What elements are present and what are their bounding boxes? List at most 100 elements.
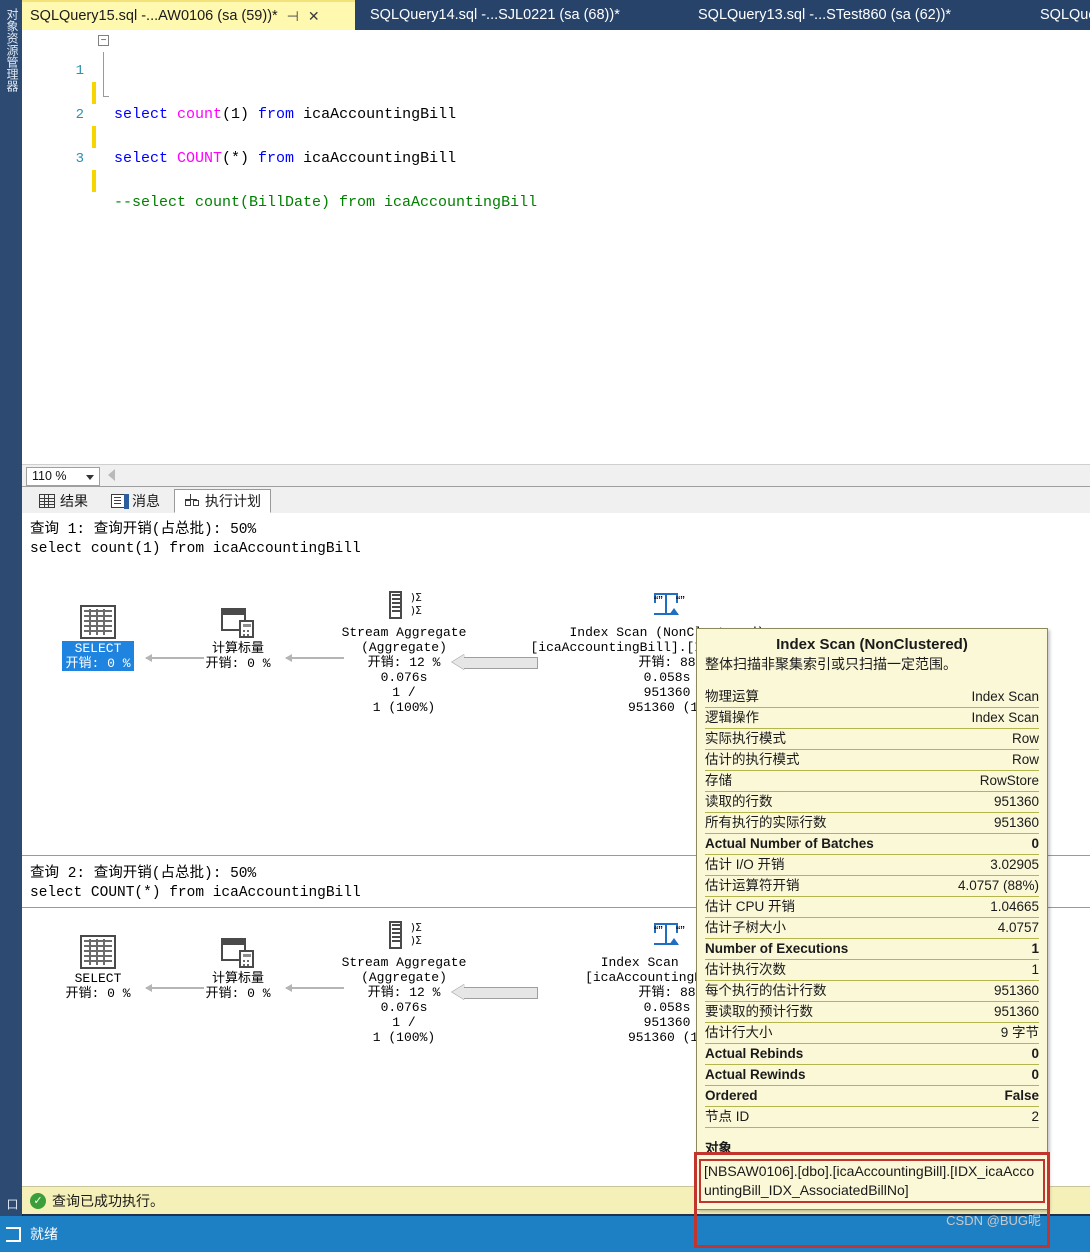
tooltip-object-label: 对象 — [705, 1141, 732, 1156]
sql-editor[interactable]: − 1 select count(1) from icaAccountingBi… — [22, 30, 1090, 464]
tooltip-row: 估计子树大小 4.0757 — [705, 918, 1039, 939]
row-key: 存储 — [705, 773, 732, 788]
row-key: 估计的执行模式 — [705, 752, 800, 767]
plan-node-label: 计算标量 开销: 0 % — [205, 641, 271, 671]
tab-sqlquery15[interactable]: SQLQuery15.sql -...AW0106 (sa (59))* ⊣ ✕ — [22, 0, 355, 30]
plan-connector-scalar-aggregate-q2 — [285, 984, 344, 991]
row-value: 0 — [1031, 1046, 1039, 1061]
close-icon[interactable]: ✕ — [308, 8, 320, 25]
tab-sqlquery14[interactable]: SQLQuery14.sql -...SJL0221 (sa (68))* — [362, 0, 628, 30]
row-key: 节点 ID — [705, 1109, 750, 1124]
row-value: 9 字节 — [1000, 1025, 1039, 1040]
row-key: 实际执行模式 — [705, 731, 786, 746]
row-key: 所有执行的实际行数 — [705, 815, 827, 830]
zoom-level-select[interactable]: 110 % — [26, 467, 100, 486]
plan-connector-select-scalar-q2 — [145, 984, 204, 991]
tooltip-row: 估计运算符开销 4.0757 (88%) — [705, 876, 1039, 897]
tooltip-row: 估计 CPU 开销 1.04665 — [705, 897, 1039, 918]
index-scan-tooltip: Index Scan (NonClustered) 整体扫描非聚集索引或只扫描一… — [696, 628, 1048, 1228]
plan-node-label: Stream Aggregate (Aggregate) 开销: 12 % 0.… — [341, 625, 467, 715]
status-text: 就绪 — [30, 1226, 58, 1242]
editor-zoom-bar: 110 % — [22, 464, 1090, 487]
tooltip-row: 估计执行次数 1 — [705, 960, 1039, 981]
tab-sqlquery13[interactable]: SQLQuery13.sql -...STest860 (sa (62))* — [690, 0, 959, 30]
tooltip-row: 估计的执行模式 Row — [705, 750, 1039, 771]
row-value: 2 — [1031, 1109, 1039, 1124]
tooltip-row: 要读取的预计行数 951360 — [705, 1002, 1039, 1023]
row-key: Actual Number of Batches — [705, 836, 874, 851]
row-value: 4.0757 — [997, 920, 1039, 935]
row-value: Index Scan — [971, 710, 1039, 725]
tab-label: 执行计划 — [205, 493, 261, 509]
code-line[interactable]: 3 --select count(BillDate) from icaAccou… — [22, 126, 1090, 211]
row-key: 读取的行数 — [705, 794, 773, 809]
object-explorer-dock[interactable]: 对象资源管理器 口 — [0, 0, 23, 1216]
plan-connector-aggregate-scan-q1 — [452, 654, 538, 670]
line-number: 1 — [75, 63, 84, 79]
scroll-left-icon[interactable] — [108, 469, 115, 481]
row-key: 逻辑操作 — [705, 710, 759, 725]
tooltip-object-value: [NBSAW0106].[dbo].[icaAccountingBill].[I… — [699, 1159, 1045, 1203]
plan-node-compute-scalar-q2[interactable]: 计算标量 开销: 0 % — [190, 935, 286, 1001]
code-line[interactable]: 2 select COUNT(*) from icaAccountingBill — [22, 82, 1090, 167]
ready-icon — [6, 1226, 21, 1242]
tab-sqlquery-overflow[interactable]: SQLQue — [1032, 0, 1090, 30]
plan-node-label: 计算标量 开销: 0 % — [205, 971, 271, 1001]
tab-label: 消息 — [132, 493, 160, 509]
tooltip-row: 实际执行模式 Row — [705, 729, 1039, 750]
tooltip-row: 逻辑操作 Index Scan — [705, 708, 1039, 729]
tooltip-row: 估计行大小 9 字节 — [705, 1023, 1039, 1044]
row-value: 951360 — [993, 794, 1039, 809]
tab-messages[interactable]: 消息 — [102, 489, 169, 513]
plan-connector-scalar-aggregate-q1 — [285, 654, 344, 661]
tooltip-row: 所有执行的实际行数 951360 — [705, 813, 1039, 834]
plan-node-select-q2[interactable]: SELECT 开销: 0 % — [50, 935, 146, 1001]
tab-label: SQLQuery13.sql -...STest860 (sa (62))* — [698, 7, 952, 23]
code-text: select count(1) from icaAccountingBill — [114, 106, 457, 123]
plan-node-compute-scalar-q1[interactable]: 计算标量 开销: 0 % — [190, 605, 286, 671]
plan-node-label: SELECT 开销: 0 % — [65, 971, 131, 1001]
plan-node-select-q1[interactable]: SELECT 开销: 0 % — [50, 605, 146, 671]
row-key: 物理运算 — [705, 689, 759, 704]
row-value: 1 — [1031, 962, 1039, 977]
row-value: 0 — [1031, 836, 1039, 851]
tab-label: SQLQuery15.sql -...AW0106 (sa (59))* — [30, 8, 278, 24]
chevron-down-icon[interactable] — [86, 475, 94, 480]
index-scan-node-icon — [649, 589, 685, 623]
row-key: Actual Rebinds — [705, 1046, 804, 1061]
row-value: 3.02905 — [990, 857, 1039, 872]
tooltip-description: 整体扫描非聚集索引或只扫描一定范围。 — [705, 656, 957, 672]
plan-node-stream-aggregate-q1[interactable]: )Σ)Σ Stream Aggregate (Aggregate) 开销: 12… — [328, 589, 480, 715]
tab-execution-plan[interactable]: 执行计划 — [174, 489, 271, 513]
row-value: Row — [1011, 752, 1039, 767]
tab-label: 结果 — [60, 493, 88, 509]
results-tab-strip: 结果 消息 执行计划 — [22, 487, 1090, 514]
execution-plan-icon — [184, 494, 200, 508]
query-status-text: 查询已成功执行。 — [52, 1192, 164, 1209]
tab-label: SQLQuery14.sql -...SJL0221 (sa (68))* — [370, 7, 620, 23]
tooltip-row: Actual Number of Batches 0 — [705, 834, 1039, 855]
object-explorer-label: 对象资源管理器 — [5, 8, 19, 92]
row-value: False — [1004, 1088, 1039, 1103]
row-value: 1.04665 — [990, 899, 1039, 914]
row-key: Actual Rewinds — [705, 1067, 806, 1082]
stream-aggregate-node-icon: )Σ)Σ — [386, 919, 422, 953]
tooltip-row: Ordered False — [705, 1086, 1039, 1107]
watermark: CSDN @BUG呢 — [946, 1213, 1041, 1228]
code-line[interactable]: 1 select count(1) from icaAccountingBill — [22, 38, 1090, 123]
row-value: Row — [1011, 731, 1039, 746]
code-text: --select count(BillDate) from icaAccount… — [114, 194, 538, 211]
row-key: 要读取的预计行数 — [705, 1004, 813, 1019]
tooltip-row: Actual Rewinds 0 — [705, 1065, 1039, 1086]
tab-results[interactable]: 结果 — [30, 489, 97, 513]
pin-icon[interactable]: ⊣ — [287, 8, 299, 25]
row-value: RowStore — [979, 773, 1039, 788]
grid-icon — [39, 494, 55, 508]
plan-node-stream-aggregate-q2[interactable]: )Σ)Σ Stream Aggregate (Aggregate) 开销: 12… — [328, 919, 480, 1045]
row-key: Ordered — [705, 1088, 758, 1103]
row-value: Index Scan — [971, 689, 1039, 704]
select-node-icon — [80, 605, 116, 639]
row-key: 估计 I/O 开销 — [705, 857, 785, 872]
application-status-bar: 就绪 — [0, 1216, 1090, 1252]
check-icon: ✓ — [30, 1192, 46, 1209]
